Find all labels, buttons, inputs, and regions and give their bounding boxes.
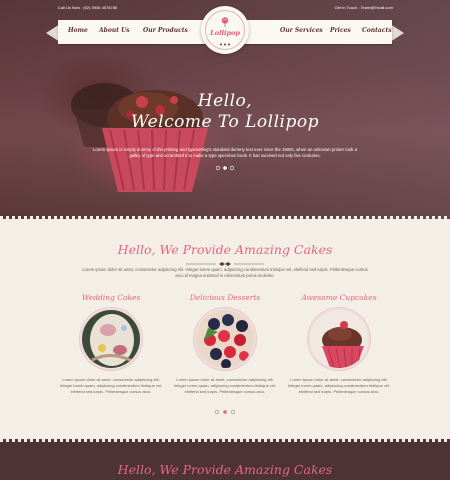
hero-title-line1: Hello, — [197, 91, 253, 111]
slider-dot-1 — [214, 409, 220, 415]
ribbon-right — [390, 24, 404, 42]
hero-description: Lorem Ipsum is simply dummy of the print… — [92, 147, 358, 158]
slider-dot-2 — [223, 166, 227, 170]
nav-item-home[interactable]: Home — [68, 27, 88, 34]
email-info[interactable]: Get In Touch : Team@Email.com — [335, 5, 393, 10]
intro-text: Lorem ipsum dolor sit amet, consectetur … — [82, 267, 368, 278]
feature-text: Lorem ipsum dolor sit amet, consectetur … — [287, 377, 391, 394]
wedding-cake-icon — [82, 310, 140, 368]
feature-title[interactable]: Awesome Cupcakes — [284, 293, 394, 302]
wedding-cake-image[interactable] — [80, 308, 142, 370]
nav-item-about-us[interactable]: About Us — [99, 27, 130, 34]
hero-bottom-border — [0, 216, 450, 221]
site-logo[interactable]: Lollipop — [201, 6, 249, 54]
desserts-image[interactable] — [194, 308, 256, 370]
feature-wedding-cakes: Wedding Cakes Lorem ipsum dolor sit amet… — [56, 293, 166, 394]
slider-dot-1 — [215, 165, 221, 171]
slider-dot-3 — [230, 409, 236, 415]
feature-delicious-desserts: Delicious Desserts Lorem ipsum dolor sit… — [170, 293, 280, 394]
nav-item-our-services[interactable]: Our Services — [280, 27, 323, 34]
feature-text: Lorem ipsum dolor sit amet, consectetur … — [173, 377, 277, 394]
feature-text: Lorem ipsum dolor sit amet, consectetur … — [59, 377, 163, 394]
features-slider-dots[interactable] — [214, 409, 236, 415]
cupcake-icon — [310, 310, 368, 368]
dark-section-title: Hello, We Provide Amazing Cakes — [117, 462, 333, 477]
logo-dots-icon — [220, 43, 230, 46]
cupcakes-image[interactable] — [308, 308, 370, 370]
slider-dot-3 — [229, 165, 235, 171]
feature-awesome-cupcakes: Awesome Cupcakes Lorem ipsum dolor sit a… — [284, 293, 394, 394]
nav-item-prices[interactable]: Prices — [330, 27, 351, 34]
feature-title[interactable]: Wedding Cakes — [56, 293, 166, 302]
nav-item-our-products[interactable]: Our Products — [143, 27, 188, 34]
berries-icon — [196, 310, 254, 368]
nav-item-contacts[interactable]: Contacts — [362, 27, 392, 34]
contact-info: Call Us Now : (02) 5936 4578785 — [58, 5, 118, 10]
lollipop-icon — [221, 17, 229, 27]
hero-slider-dots[interactable] — [215, 165, 235, 171]
intro-title: Hello, We Provide Amazing Cakes — [117, 242, 333, 257]
hero-title-line2: Welcome To Lollipop — [131, 112, 319, 132]
slider-dot-2 — [223, 410, 227, 414]
dark-section-top-border — [0, 439, 450, 442]
logo-text: Lollipop — [210, 29, 240, 37]
feature-title[interactable]: Delicious Desserts — [170, 293, 280, 302]
